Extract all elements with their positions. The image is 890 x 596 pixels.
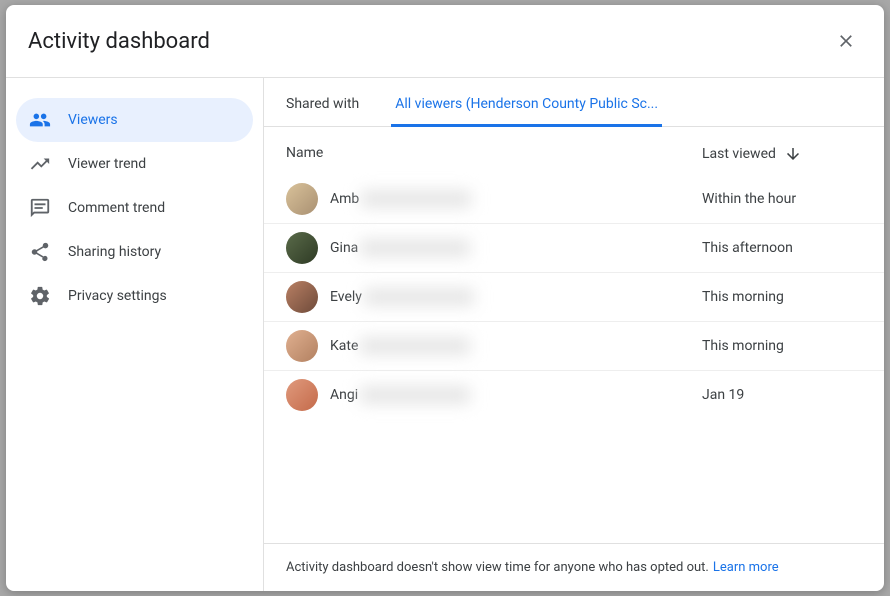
- redacted-name: [360, 387, 470, 403]
- comment-icon: [28, 196, 52, 220]
- main-content: Shared with All viewers (Henderson Count…: [264, 78, 884, 591]
- arrow-down-icon: [784, 145, 802, 163]
- tab-label: Shared with: [286, 96, 359, 112]
- tab-label: All viewers: [395, 96, 462, 112]
- table-header: Name Last viewed: [264, 127, 884, 175]
- dialog-header: Activity dashboard: [6, 5, 884, 78]
- table-row: Kate This morning: [264, 322, 884, 371]
- column-name-header[interactable]: Name: [286, 145, 702, 163]
- table-body: Amb Within the hour Gina This afternoon Evel…: [264, 175, 884, 419]
- last-viewed-cell: This morning: [702, 289, 862, 305]
- last-viewed-cell: Jan 19: [702, 387, 862, 403]
- avatar: [286, 183, 318, 215]
- dialog-body: Viewers Viewer trend Comment trend Shari…: [6, 78, 884, 591]
- redacted-name: [360, 240, 470, 256]
- sidebar: Viewers Viewer trend Comment trend Shari…: [6, 78, 264, 591]
- sidebar-item-viewer-trend[interactable]: Viewer trend: [16, 142, 253, 186]
- learn-more-link[interactable]: Learn more: [713, 560, 779, 575]
- sidebar-item-label: Sharing history: [68, 244, 161, 260]
- share-icon: [28, 240, 52, 264]
- table-row: Amb Within the hour: [264, 175, 884, 224]
- last-viewed-cell: Within the hour: [702, 191, 862, 207]
- name-cell: Evely: [286, 281, 702, 313]
- gear-icon: [28, 284, 52, 308]
- tab-all-viewers[interactable]: All viewers (Henderson County Public Sc.…: [391, 96, 662, 127]
- sidebar-item-label: Comment trend: [68, 200, 165, 216]
- redacted-name: [364, 289, 474, 305]
- avatar: [286, 232, 318, 264]
- dialog-title: Activity dashboard: [28, 29, 210, 54]
- name-cell: Angi: [286, 379, 702, 411]
- tab-bar: Shared with All viewers (Henderson Count…: [264, 78, 884, 127]
- avatar: [286, 330, 318, 362]
- sidebar-item-label: Viewers: [68, 112, 118, 128]
- close-button[interactable]: [828, 23, 864, 59]
- table-row: Angi Jan 19: [264, 371, 884, 419]
- viewer-name: Amb: [330, 191, 471, 207]
- avatar: [286, 281, 318, 313]
- tab-shared-with[interactable]: Shared with: [282, 96, 363, 127]
- last-viewed-cell: This morning: [702, 338, 862, 354]
- trending-icon: [28, 152, 52, 176]
- sidebar-item-label: Privacy settings: [68, 288, 167, 304]
- people-icon: [28, 108, 52, 132]
- footer-text: Activity dashboard doesn't show view tim…: [286, 560, 709, 575]
- viewer-name: Evely: [330, 289, 474, 305]
- sidebar-item-comment-trend[interactable]: Comment trend: [16, 186, 253, 230]
- table-row: Evely This morning: [264, 273, 884, 322]
- redacted-name: [361, 191, 471, 207]
- sidebar-item-label: Viewer trend: [68, 156, 146, 172]
- avatar: [286, 379, 318, 411]
- column-last-viewed-header[interactable]: Last viewed: [702, 145, 862, 163]
- close-icon: [836, 31, 856, 51]
- footer: Activity dashboard doesn't show view tim…: [264, 543, 884, 591]
- name-cell: Kate: [286, 330, 702, 362]
- viewer-name: Angi: [330, 387, 470, 403]
- viewers-table: Name Last viewed Amb Within the hour Gina T…: [264, 127, 884, 543]
- activity-dashboard-dialog: Activity dashboard Viewers Viewer trend: [6, 5, 884, 591]
- sidebar-item-viewers[interactable]: Viewers: [16, 98, 253, 142]
- name-cell: Amb: [286, 183, 702, 215]
- table-row: Gina This afternoon: [264, 224, 884, 273]
- sidebar-item-sharing-history[interactable]: Sharing history: [16, 230, 253, 274]
- viewer-name: Gina: [330, 240, 470, 256]
- tab-label-paren: (Henderson County Public Sc...: [466, 96, 658, 112]
- sidebar-item-privacy-settings[interactable]: Privacy settings: [16, 274, 253, 318]
- column-label: Last viewed: [702, 146, 776, 162]
- viewer-name: Kate: [330, 338, 470, 354]
- name-cell: Gina: [286, 232, 702, 264]
- last-viewed-cell: This afternoon: [702, 240, 862, 256]
- redacted-name: [360, 338, 470, 354]
